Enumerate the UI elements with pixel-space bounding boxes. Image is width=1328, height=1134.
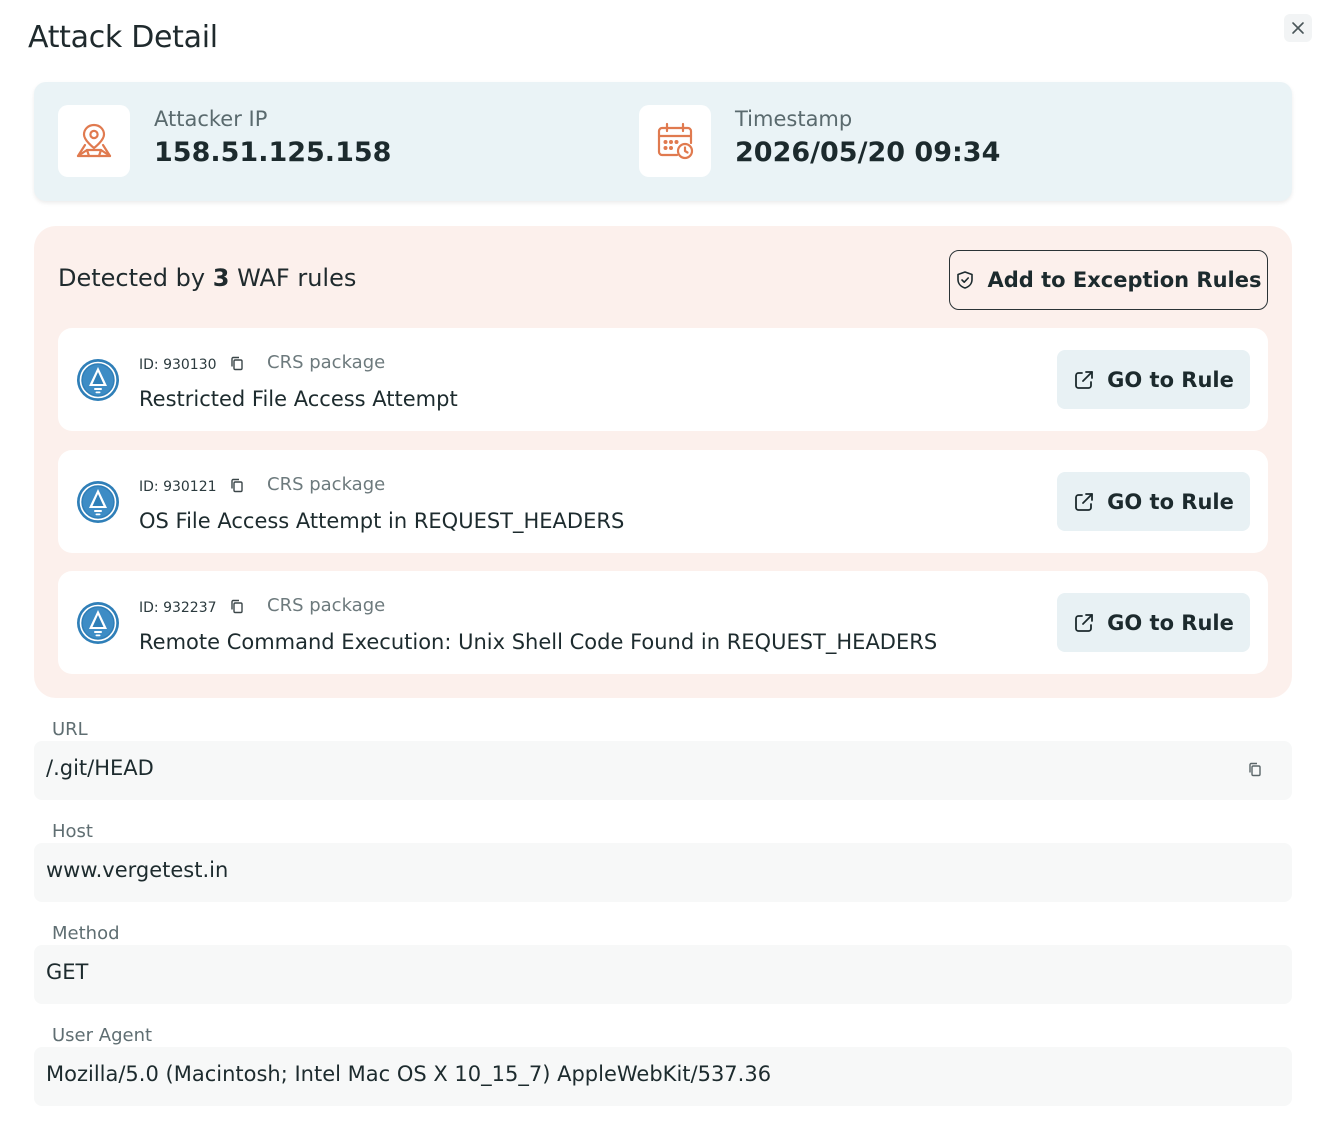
rule-name: Remote Command Execution: Unix Shell Cod… <box>139 630 938 654</box>
host-label: Host <box>52 821 93 842</box>
attacker-ip-label: Attacker IP <box>154 107 268 131</box>
attack-summary-card: Attacker IP 158.51.125.158 Timestamp 202… <box>34 82 1292 201</box>
url-label: URL <box>52 719 88 740</box>
rule-package: CRS package <box>267 595 386 616</box>
attacker-ip-value: 158.51.125.158 <box>154 137 392 168</box>
go-to-rule-label: GO to Rule <box>1107 367 1234 392</box>
external-link-icon <box>1075 370 1094 389</box>
rule-package: CRS package <box>267 474 386 495</box>
host-value: www.vergetest.in <box>46 858 229 882</box>
go-to-rule-button[interactable]: GO to Rule <box>1057 472 1250 531</box>
method-field: GET <box>34 945 1292 1004</box>
timestamp-section: Timestamp 2026/05/20 09:34 <box>639 105 1000 177</box>
user-agent-field: Mozilla/5.0 (Macintosh; Intel Mac OS X 1… <box>34 1047 1292 1106</box>
close-button[interactable] <box>1284 14 1312 42</box>
crs-logo-icon <box>77 359 119 401</box>
rules-heading: Detected by 3 WAF rules <box>58 264 356 292</box>
go-to-rule-button[interactable]: GO to Rule <box>1057 350 1250 409</box>
method-value: GET <box>46 960 89 984</box>
timestamp-value: 2026/05/20 09:34 <box>735 137 1001 168</box>
rule-package: CRS package <box>267 352 386 373</box>
go-to-rule-button[interactable]: GO to Rule <box>1057 593 1250 652</box>
method-label: Method <box>52 923 120 944</box>
rule-id: ID: 932237 <box>139 600 217 616</box>
calendar-clock-icon <box>657 122 694 160</box>
url-field: /.git/HEAD <box>34 741 1292 800</box>
rule-id: ID: 930121 <box>139 479 217 495</box>
timestamp-icon-tile <box>639 105 711 177</box>
timestamp-label: Timestamp <box>735 107 853 131</box>
crs-logo-icon <box>77 481 119 523</box>
close-icon <box>1292 22 1304 34</box>
go-to-rule-label: GO to Rule <box>1107 489 1234 514</box>
host-field: www.vergetest.in <box>34 843 1292 902</box>
url-value: /.git/HEAD <box>46 756 154 780</box>
user-agent-label: User Agent <box>52 1025 153 1046</box>
attacker-ip-section: Attacker IP 158.51.125.158 <box>58 105 391 177</box>
dialog-title: Attack Detail <box>28 20 218 55</box>
rule-name: OS File Access Attempt in REQUEST_HEADER… <box>139 509 625 533</box>
add-to-exception-rules-button[interactable]: Add to Exception Rules <box>949 250 1268 310</box>
copy-icon[interactable] <box>1248 762 1262 777</box>
add-to-exception-rules-label: Add to Exception Rules <box>987 268 1262 292</box>
copy-icon[interactable] <box>230 599 244 614</box>
external-link-icon <box>1075 492 1094 511</box>
go-to-rule-label: GO to Rule <box>1107 610 1234 635</box>
rule-card: ID: 930121 CRS package OS File Access At… <box>58 450 1268 553</box>
map-pin-icon <box>76 123 112 158</box>
copy-icon[interactable] <box>230 356 244 371</box>
rules-heading-prefix: Detected by <box>58 264 206 292</box>
rule-card: ID: 930130 CRS package Restricted File A… <box>58 328 1268 431</box>
copy-icon[interactable] <box>230 478 244 493</box>
rule-name: Restricted File Access Attempt <box>139 387 458 411</box>
waf-rules-panel: Detected by 3 WAF rules Add to Exception… <box>34 226 1292 698</box>
attacker-ip-icon-tile <box>58 105 130 177</box>
user-agent-value: Mozilla/5.0 (Macintosh; Intel Mac OS X 1… <box>46 1062 772 1086</box>
rule-card: ID: 932237 CRS package Remote Command Ex… <box>58 571 1268 674</box>
rule-id: ID: 930130 <box>139 357 217 373</box>
rules-count: 3 <box>212 264 230 292</box>
external-link-icon <box>1075 613 1094 632</box>
rules-heading-suffix: WAF rules <box>237 264 357 292</box>
crs-logo-icon <box>77 602 119 644</box>
shield-check-icon <box>957 271 974 289</box>
